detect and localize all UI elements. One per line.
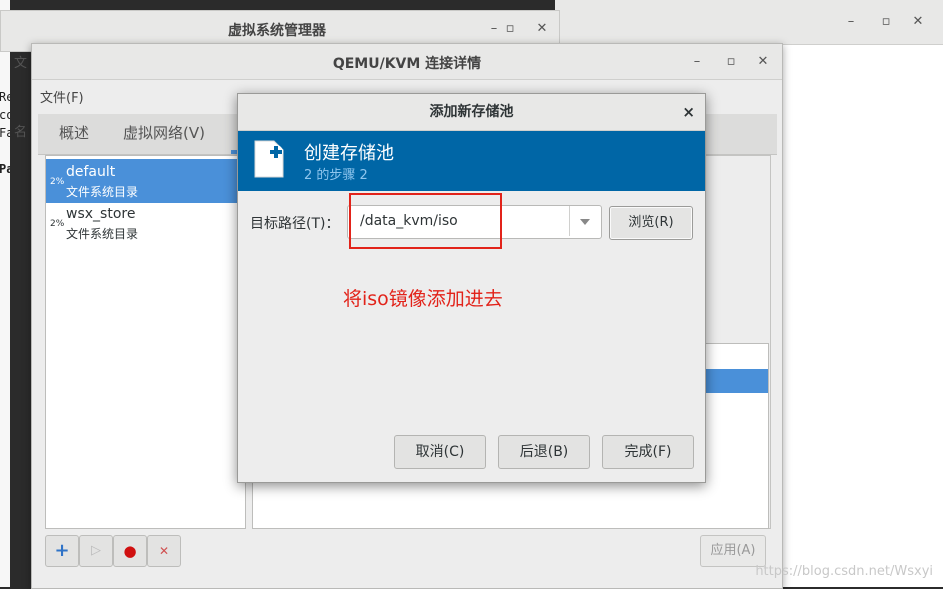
terminal-line: co — [0, 108, 10, 122]
close-button[interactable]: ✕ — [905, 14, 931, 29]
close-button[interactable]: ✕ — [529, 21, 555, 36]
new-document-icon — [254, 140, 284, 178]
add-storage-pool-dialog: 添加新存储池 × 创建存储池 2 的步骤 2 目标路径(T)： 浏览(R) 将i… — [237, 93, 706, 483]
dialog-titlebar: 添加新存储池 × — [238, 94, 705, 131]
list-item[interactable]: 2% default 文件系统目录 — [46, 159, 245, 203]
stop-pool-button[interactable]: ● — [113, 535, 147, 567]
menu-file[interactable]: 文 — [14, 52, 27, 71]
step-indicator: 2 的步骤 2 — [304, 168, 368, 183]
annotation-highlight-box — [349, 193, 502, 249]
back-button[interactable]: 后退(B) — [498, 435, 590, 469]
cancel-button[interactable]: 取消(C) — [394, 435, 486, 469]
pool-name: default — [66, 164, 116, 180]
terminal-line: Re — [0, 90, 10, 104]
terminal-line: Fa — [0, 126, 10, 140]
dialog-header-banner: 创建存储池 2 的步骤 2 — [238, 131, 705, 191]
browse-button[interactable]: 浏览(R) — [609, 206, 693, 240]
storage-pool-list: 2% default 文件系统目录 2% wsx_store 文件系统目录 — [45, 155, 246, 529]
apply-button[interactable]: 应用(A) — [700, 535, 766, 567]
background-window-titlebar: – ▫ ✕ — [555, 0, 943, 45]
close-button[interactable]: × — [682, 94, 695, 130]
close-button[interactable]: ✕ — [750, 54, 776, 69]
window-titlebar: QEMU/KVM 连接详情 – ▫ ✕ — [32, 44, 782, 80]
minimize-button[interactable]: – — [684, 54, 710, 69]
maximize-button[interactable]: ▫ — [873, 14, 899, 29]
window-title: QEMU/KVM 连接详情 — [332, 56, 482, 72]
pool-usage-icon: 2% — [50, 177, 65, 187]
terminal-line: Pa — [0, 162, 10, 176]
step-title: 创建存储池 — [304, 143, 394, 164]
pool-name: wsx_store — [66, 206, 136, 222]
window-title: 虚拟系统管理器 — [228, 23, 326, 39]
terminal-strip: Re co Fa Pa — [0, 0, 10, 587]
column-header-name: 名 — [14, 125, 28, 140]
watermark: https://blog.csdn.net/Wsxyi — [755, 564, 933, 579]
maximize-button[interactable]: ▫ — [497, 21, 523, 36]
minimize-button[interactable]: – — [838, 14, 864, 29]
list-item[interactable]: 2% wsx_store 文件系统目录 — [46, 201, 245, 245]
add-pool-button[interactable]: + — [45, 535, 79, 567]
pool-type: 文件系统目录 — [66, 227, 139, 241]
pool-type: 文件系统目录 — [66, 185, 139, 199]
tab-virtual-networks[interactable]: 虚拟网络(V) — [123, 122, 205, 143]
maximize-button[interactable]: ▫ — [718, 54, 744, 69]
dialog-title: 添加新存储池 — [429, 104, 514, 120]
annotation-text: 将iso镜像添加进去 — [343, 288, 503, 310]
pool-usage-icon: 2% — [50, 219, 65, 229]
target-path-label: 目标路径(T)： — [250, 216, 340, 232]
combo-dropdown-button[interactable] — [569, 206, 601, 236]
finish-button[interactable]: 完成(F) — [602, 435, 694, 469]
menu-file[interactable]: 文件(F) — [40, 87, 84, 106]
tab-overview[interactable]: 概述 — [59, 122, 89, 143]
start-pool-button[interactable]: ▷ — [79, 535, 113, 567]
chevron-down-icon — [580, 219, 590, 225]
delete-pool-button[interactable]: ✕ — [147, 535, 181, 567]
